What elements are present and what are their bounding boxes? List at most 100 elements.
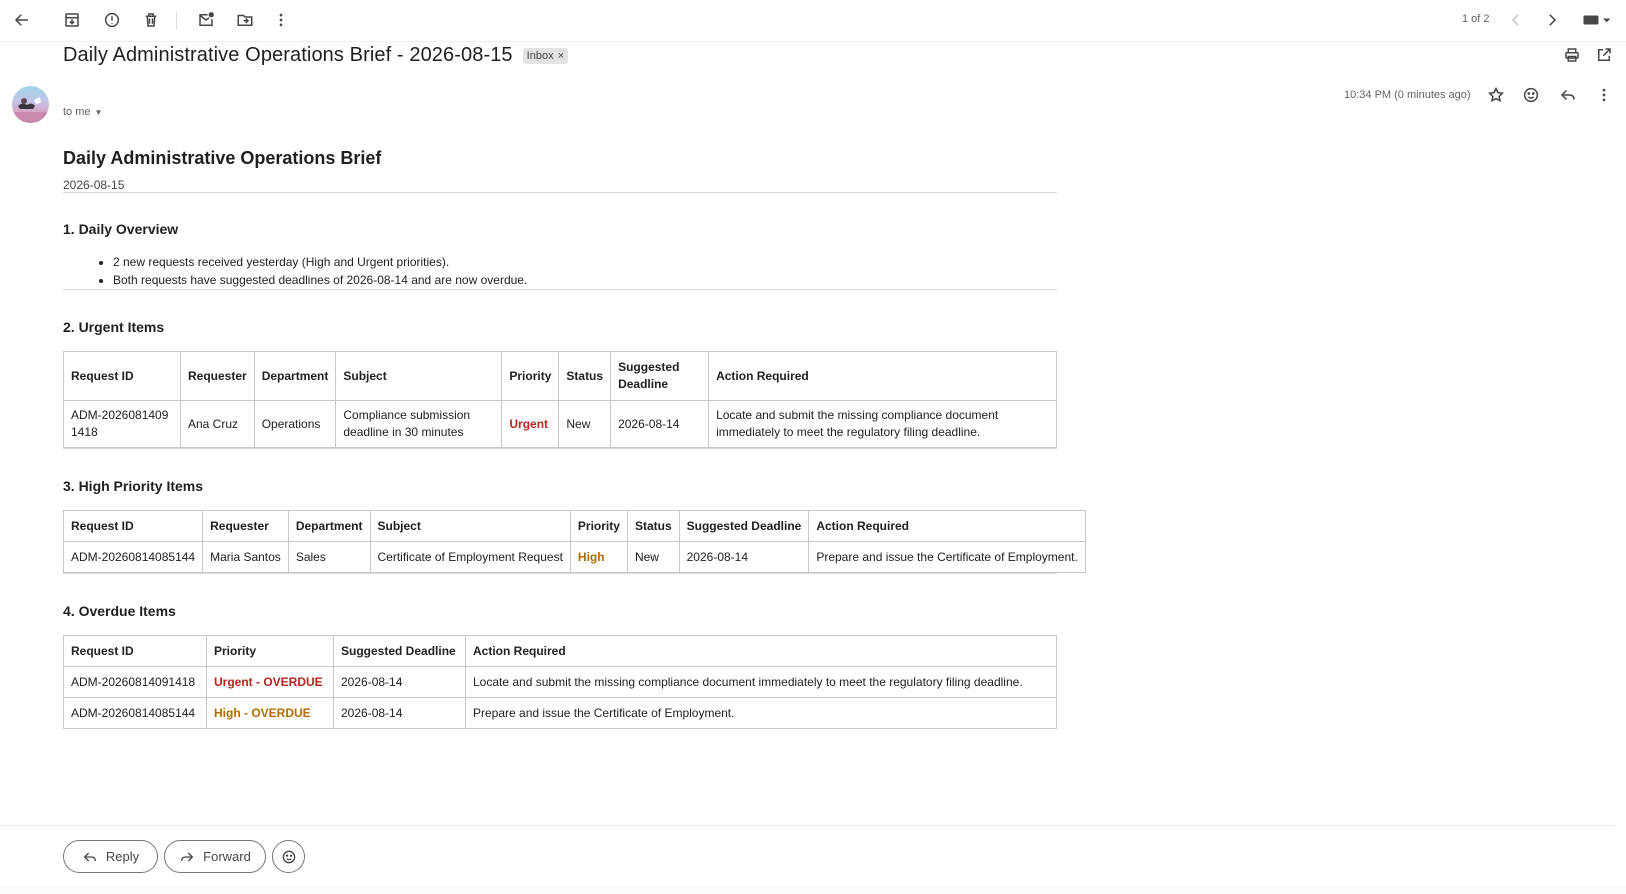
email-body: Daily Administrative Operations Brief 20…	[62, 140, 1086, 729]
pager-count: 1 of 2	[1462, 13, 1490, 25]
open-new-window-button[interactable]	[1588, 39, 1620, 71]
email-timestamp: 10:34 PM (0 minutes ago)	[1344, 89, 1471, 101]
caret-down-icon: ▼	[94, 107, 103, 117]
mark-unread-button[interactable]	[190, 4, 222, 36]
status-cell: New	[558, 400, 612, 448]
recipient-text: to me	[63, 106, 91, 118]
subject-cell: Certificate of Employment Request	[369, 541, 571, 573]
column-header: Requester	[202, 510, 289, 542]
status-cell: New	[626, 541, 680, 573]
column-header: Suggested Deadline	[678, 510, 810, 542]
more-vert-icon	[279, 13, 283, 27]
column-header: Priority	[569, 510, 628, 542]
forward-label: Forward	[203, 849, 251, 864]
mark-unread-icon	[199, 12, 214, 26]
priority-cell: High	[569, 541, 628, 573]
column-header: Department	[253, 351, 337, 401]
archive-button[interactable]	[56, 4, 88, 36]
priority-cell: High - OVERDUE	[206, 697, 334, 729]
overdue-heading: 4. Overdue Items	[63, 603, 176, 619]
remove-label-icon[interactable]: ×	[558, 50, 564, 62]
input-tools-button[interactable]	[1575, 4, 1619, 36]
high-priority-table: Request ID Requester Department Subject …	[62, 510, 1086, 573]
report-spam-button[interactable]	[96, 4, 128, 36]
bottom-strip	[0, 886, 1626, 894]
newer-button[interactable]	[1500, 4, 1532, 36]
column-header: Action Required	[708, 351, 1057, 401]
priority-cell: Urgent	[501, 400, 560, 448]
action-cell: Prepare and issue the Certificate of Emp…	[808, 541, 1086, 573]
move-to-button[interactable]	[229, 4, 261, 36]
back-button[interactable]	[6, 4, 38, 36]
action-cell: Locate and submit the missing compliance…	[465, 666, 1057, 698]
table-row: ADM-20260814085144 High - OVERDUE 2026-0…	[63, 697, 1057, 729]
subject-cell: Compliance submission deadline in 30 min…	[335, 400, 503, 448]
star-button[interactable]	[1480, 79, 1512, 111]
message-more-button[interactable]	[1588, 79, 1620, 111]
column-header: Status	[626, 510, 680, 542]
deadline-cell: 2026-08-14	[678, 541, 810, 573]
section-divider	[63, 573, 1057, 574]
forward-button[interactable]: Forward	[164, 840, 266, 873]
column-header: Request ID	[62, 510, 204, 542]
spam-icon	[104, 12, 120, 28]
sender-avatar[interactable]	[12, 86, 49, 123]
avatar-image-icon	[12, 97, 49, 123]
reply-icon	[1560, 89, 1575, 101]
column-header: Subject	[369, 510, 571, 542]
toolbar: 1 of 2	[0, 0, 1626, 42]
chevron-left-icon	[1511, 14, 1519, 26]
label-chip-inbox[interactable]: Inbox ×	[522, 47, 569, 64]
column-header: Requester	[180, 351, 255, 401]
column-header: Priority	[501, 351, 560, 401]
section-divider	[63, 289, 1057, 290]
more-options-button[interactable]	[265, 4, 297, 36]
email-view: 1 of 2 Daily Administrative Operations B…	[0, 0, 1626, 894]
footer-divider	[0, 825, 1614, 826]
recipient-details-toggle[interactable]: to me ▼	[63, 106, 102, 118]
section-divider	[63, 448, 1057, 449]
overdue-items-table: Request ID Priority Suggested Deadline A…	[63, 635, 1057, 729]
request-id-cell: ADM-20260814085144	[63, 697, 207, 729]
table-header-row: Request ID Requester Department Subject …	[62, 510, 1086, 542]
chevron-right-icon	[1549, 14, 1557, 26]
older-button[interactable]	[1536, 4, 1568, 36]
reply-icon-button[interactable]	[1552, 79, 1584, 111]
move-to-folder-icon	[237, 14, 253, 26]
table-row: ADM-20260814085144 Maria Santos Sales Ce…	[62, 541, 1086, 573]
table-header-row: Request ID Priority Suggested Deadline A…	[63, 635, 1057, 667]
reply-button[interactable]: Reply	[63, 840, 158, 873]
table-header-row: Request ID Requester Department Subject …	[63, 351, 1057, 401]
column-header: Suggested Deadline	[610, 351, 710, 401]
overview-heading: 1. Daily Overview	[63, 221, 179, 237]
emoji-icon	[282, 850, 295, 863]
delete-button[interactable]	[135, 4, 167, 36]
email-subject: Daily Administrative Operations Brief - …	[63, 44, 513, 66]
deadline-cell: 2026-08-14	[333, 697, 466, 729]
archive-icon	[65, 13, 79, 27]
emoji-reaction-button[interactable]	[272, 840, 305, 873]
open-in-new-icon	[1598, 48, 1611, 61]
more-vert-icon	[1602, 88, 1606, 102]
column-header: Suggested Deadline	[333, 635, 466, 667]
urgent-items-table: Request ID Requester Department Subject …	[63, 351, 1057, 448]
request-id-cell: ADM-20260814085144	[62, 541, 204, 573]
overview-list: 2 new requests received yesterday (High …	[113, 253, 1057, 289]
brief-title: Daily Administrative Operations Brief	[63, 148, 382, 168]
reply-icon	[83, 852, 96, 861]
add-reaction-button[interactable]	[1515, 79, 1547, 111]
arrow-left-icon	[14, 14, 28, 26]
brief-date: 2026-08-15	[63, 178, 125, 192]
print-all-button[interactable]	[1556, 39, 1588, 71]
high-priority-heading: 3. High Priority Items	[63, 478, 204, 494]
deadline-cell: 2026-08-14	[333, 666, 466, 698]
column-header: Request ID	[63, 635, 207, 667]
list-item: 2 new requests received yesterday (High …	[113, 253, 1057, 271]
action-cell: Prepare and issue the Certificate of Emp…	[465, 697, 1057, 729]
section-divider	[63, 192, 1057, 193]
priority-cell: Urgent - OVERDUE	[206, 666, 334, 698]
column-header: Status	[558, 351, 612, 401]
department-cell: Operations	[253, 400, 337, 448]
label-chip-text: Inbox	[526, 49, 554, 62]
emoji-icon	[1523, 87, 1539, 103]
